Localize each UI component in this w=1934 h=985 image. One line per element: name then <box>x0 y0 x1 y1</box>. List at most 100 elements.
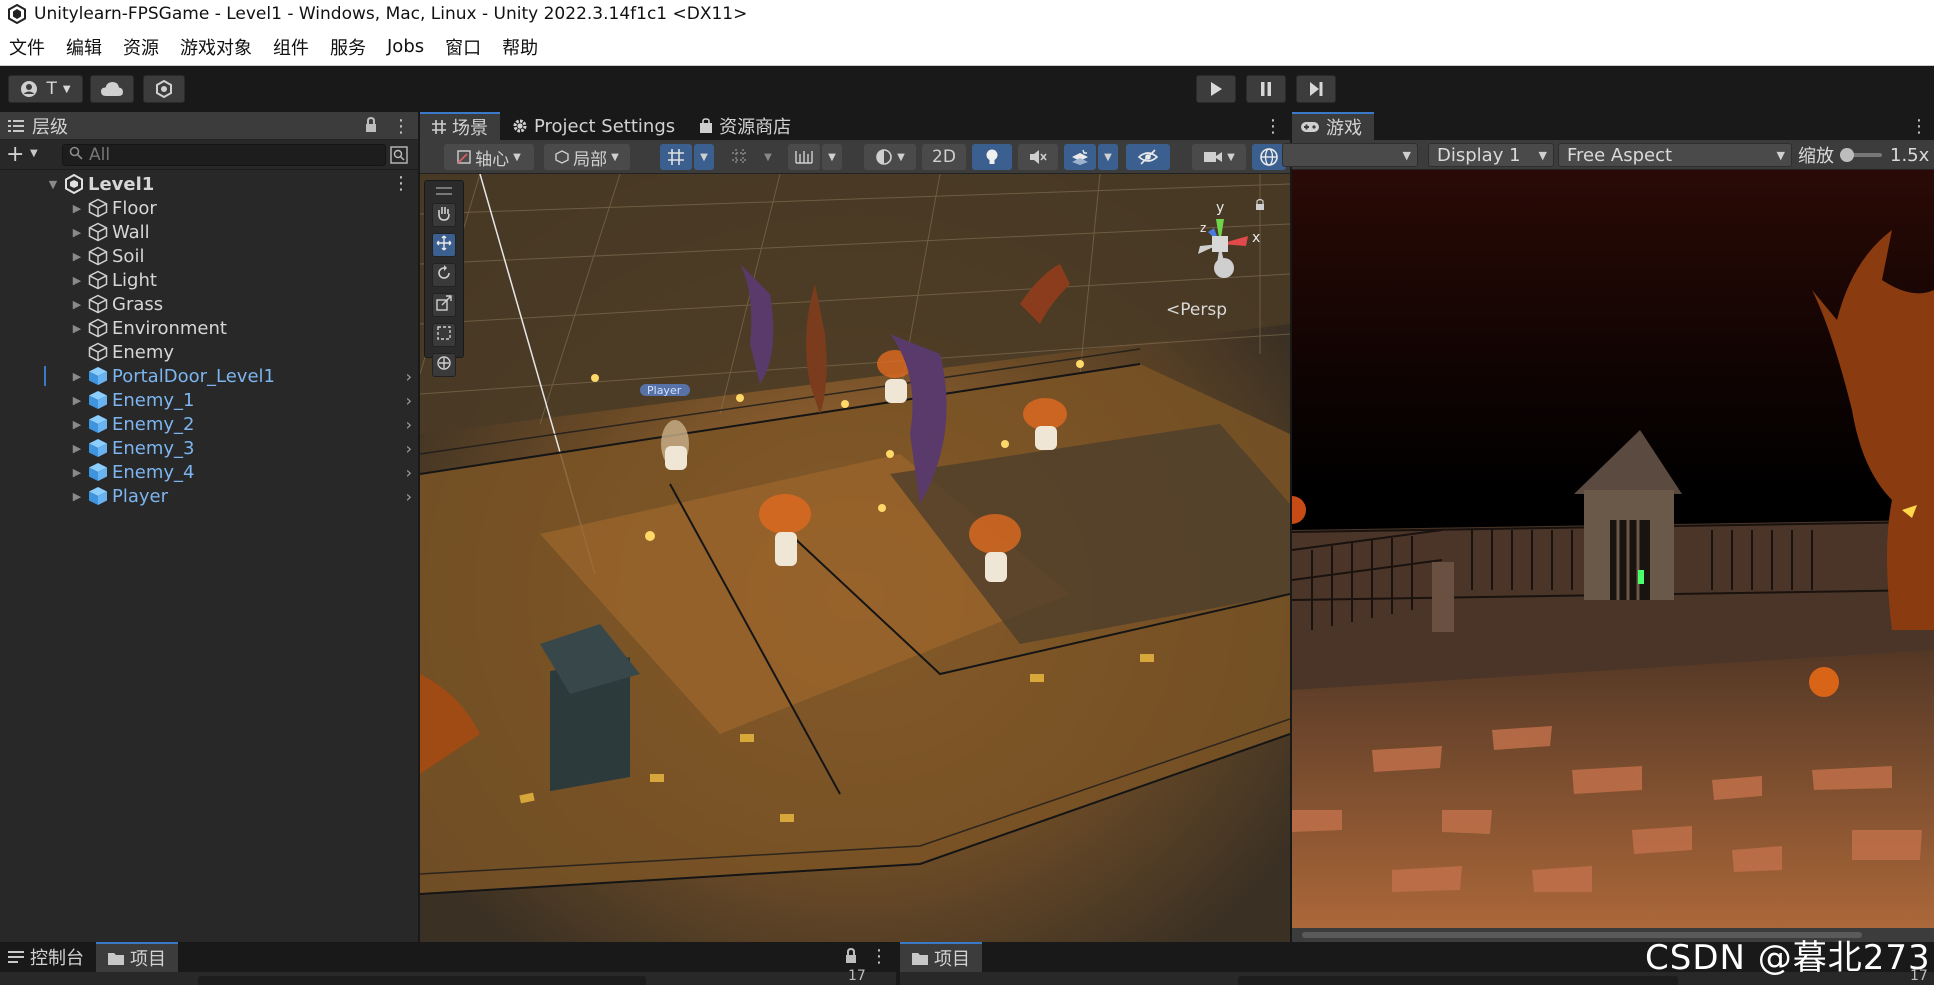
grid-snap-dropdown[interactable]: ▼ <box>694 144 714 170</box>
collapsed-triangle-icon[interactable]: ▶ <box>70 225 84 239</box>
menu-window[interactable]: 窗口 <box>436 34 493 60</box>
hierarchy-item-portaldoor-level1[interactable]: ▶ PortalDoor_Level1 › <box>0 364 418 388</box>
scene-visibility-toggle[interactable] <box>1126 144 1170 170</box>
audio-toggle[interactable] <box>1018 144 1058 170</box>
kebab-menu-icon[interactable]: ⋮ <box>870 946 888 967</box>
kebab-menu-icon[interactable]: ⋮ <box>392 116 410 137</box>
scale-tool-button[interactable] <box>432 293 456 317</box>
move-tool-button[interactable] <box>432 233 456 257</box>
local-dropdown[interactable]: 局部 ▼ <box>544 144 630 170</box>
game-viewport[interactable] <box>1292 170 1934 942</box>
chevron-right-icon[interactable]: › <box>406 439 412 458</box>
effects-toggle[interactable] <box>1064 144 1096 170</box>
collapsed-triangle-icon[interactable]: ▶ <box>70 441 84 455</box>
collapsed-triangle-icon[interactable]: ▶ <box>70 249 84 263</box>
collapsed-triangle-icon[interactable]: ▶ <box>70 273 84 287</box>
add-icon[interactable]: + <box>6 142 24 167</box>
project-search-input[interactable] <box>198 976 646 985</box>
expanded-triangle-icon[interactable]: ▼ <box>46 177 60 191</box>
menu-assets[interactable]: 资源 <box>114 34 171 60</box>
aspect-dropdown[interactable]: Free Aspect ▼ <box>1558 143 1792 167</box>
orientation-gizmo[interactable]: y x z <box>1158 184 1278 304</box>
collapsed-triangle-icon[interactable]: ▶ <box>70 369 84 383</box>
camera-dropdown[interactable]: ▼ <box>1192 144 1246 170</box>
transform-tool-button[interactable] <box>432 353 456 377</box>
chevron-right-icon[interactable]: › <box>406 487 412 506</box>
menu-jobs[interactable]: Jobs <box>378 36 436 57</box>
collapsed-triangle-icon[interactable]: ▶ <box>70 393 84 407</box>
lock-icon[interactable] <box>364 116 378 138</box>
kebab-menu-icon[interactable]: ⋮ <box>1264 116 1282 137</box>
chevron-down-icon[interactable]: ▼ <box>30 148 38 159</box>
increment-snap-dropdown[interactable]: ▼ <box>758 144 778 170</box>
hierarchy-item-enemy-1[interactable]: ▶ Enemy_1 › <box>0 388 418 412</box>
lock-icon[interactable] <box>844 947 858 969</box>
hierarchy-item-player[interactable]: ▶ Player › <box>0 484 418 508</box>
lighting-toggle[interactable] <box>972 144 1012 170</box>
collapsed-triangle-icon[interactable]: ▶ <box>70 465 84 479</box>
menu-gameobject[interactable]: 游戏对象 <box>171 34 264 60</box>
hand-tool-button[interactable] <box>432 203 456 227</box>
drag-handle[interactable] <box>436 187 452 195</box>
kebab-menu-icon[interactable]: ⋮ <box>1910 116 1928 137</box>
collapsed-triangle-icon[interactable]: ▶ <box>70 321 84 335</box>
tab-project-2[interactable]: 项目 <box>900 942 982 972</box>
scene-viewport[interactable]: Player y x z <Persp <box>420 174 1290 942</box>
chevron-right-icon[interactable]: › <box>406 367 412 386</box>
scene-root-row[interactable]: ▼ Level1 ⋮ <box>0 172 418 196</box>
search-options-icon[interactable] <box>390 146 408 169</box>
scale-slider-thumb[interactable] <box>1840 148 1854 162</box>
chevron-right-icon[interactable]: › <box>406 415 412 434</box>
ruler-dropdown[interactable]: ▼ <box>822 144 842 170</box>
menu-file[interactable]: 文件 <box>0 34 57 60</box>
effects-dropdown[interactable]: ▼ <box>1098 144 1118 170</box>
hierarchy-item-grass[interactable]: ▶ Grass <box>0 292 418 316</box>
chevron-right-icon[interactable]: › <box>406 463 412 482</box>
account-dropdown[interactable]: T ▼ <box>8 75 83 103</box>
tab-project[interactable]: 项目 <box>96 942 178 972</box>
hierarchy-item-floor[interactable]: ▶ Floor <box>0 196 418 220</box>
collab-button[interactable] <box>143 75 185 103</box>
mode-2d-toggle[interactable]: 2D <box>922 144 966 170</box>
step-button[interactable] <box>1296 75 1336 103</box>
collapsed-triangle-icon[interactable]: ▶ <box>70 201 84 215</box>
collapsed-triangle-icon[interactable]: ▶ <box>70 417 84 431</box>
scale-slider[interactable] <box>1840 148 1882 162</box>
chevron-right-icon[interactable]: › <box>406 391 412 410</box>
collapsed-triangle-icon[interactable]: ▶ <box>70 489 84 503</box>
gizmos-toggle[interactable] <box>1252 144 1286 170</box>
pause-button[interactable] <box>1246 75 1286 103</box>
kebab-menu-icon[interactable]: ⋮ <box>392 173 410 194</box>
tab-console[interactable]: 控制台 <box>0 942 96 972</box>
menu-help[interactable]: 帮助 <box>493 34 550 60</box>
play-button[interactable] <box>1196 75 1236 103</box>
hierarchy-item-wall[interactable]: ▶ Wall <box>0 220 418 244</box>
hierarchy-search-input[interactable]: All <box>62 144 386 166</box>
ruler-toggle[interactable] <box>788 144 820 170</box>
tab-hierarchy[interactable]: 层级 <box>32 113 68 139</box>
persp-label[interactable]: <Persp <box>1166 300 1227 320</box>
hierarchy-item-soil[interactable]: ▶ Soil <box>0 244 418 268</box>
tab-scene[interactable]: 场景 <box>420 112 500 140</box>
rotate-tool-button[interactable] <box>432 263 456 287</box>
rect-tool-button[interactable] <box>432 323 456 347</box>
menu-edit[interactable]: 编辑 <box>57 34 114 60</box>
hierarchy-item-enemy-2[interactable]: ▶ Enemy_2 › <box>0 412 418 436</box>
hierarchy-item-enemy-4[interactable]: ▶ Enemy_4 › <box>0 460 418 484</box>
pivot-dropdown[interactable]: 轴心 ▼ <box>444 144 534 170</box>
draw-mode-dropdown[interactable]: ▼ <box>864 144 916 170</box>
hierarchy-item-light[interactable]: ▶ Light <box>0 268 418 292</box>
menu-component[interactable]: 组件 <box>264 34 321 60</box>
tab-game[interactable]: 游戏 <box>1292 112 1374 140</box>
grid-snap-toggle[interactable] <box>660 144 692 170</box>
hierarchy-item-environment[interactable]: ▶ Environment <box>0 316 418 340</box>
hierarchy-item-enemy[interactable]: Enemy <box>0 340 418 364</box>
display-dropdown[interactable]: Display 1 ▼ <box>1428 143 1554 167</box>
tab-project-settings[interactable]: Project Settings <box>500 112 687 140</box>
menu-services[interactable]: 服务 <box>321 34 378 60</box>
increment-snap-toggle[interactable] <box>724 144 756 170</box>
project-search-input-2[interactable] <box>1238 976 1678 985</box>
collapsed-triangle-icon[interactable]: ▶ <box>70 297 84 311</box>
cloud-button[interactable] <box>90 75 134 103</box>
game-mode-dropdown[interactable]: ▼ <box>1282 143 1418 167</box>
